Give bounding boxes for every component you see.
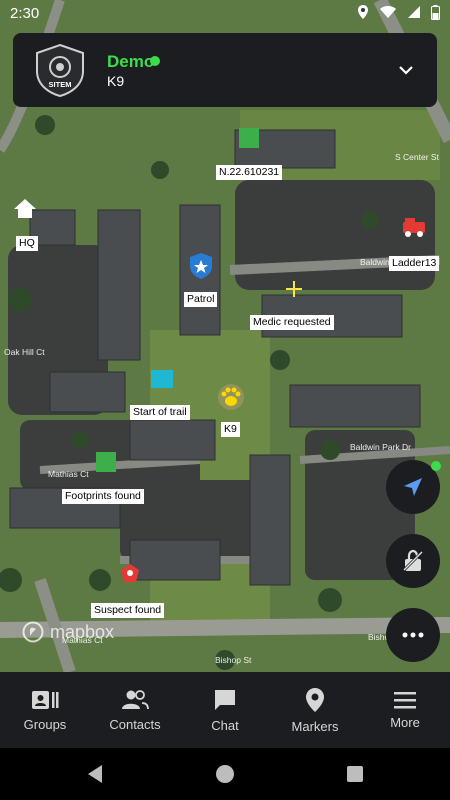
medical-cross-icon[interactable] — [285, 280, 303, 303]
nav-item-markers[interactable]: Markers — [270, 672, 360, 748]
street-label: Mathias Ct — [48, 469, 89, 479]
nav-label: Markers — [291, 718, 339, 734]
nav-label: Chat — [211, 717, 239, 733]
signal-icon — [408, 6, 420, 18]
mapbox-logo: mapbox — [22, 621, 114, 643]
green-square-icon[interactable] — [96, 452, 116, 472]
battery-icon — [431, 4, 440, 20]
house-icon[interactable] — [13, 197, 37, 224]
marker-label: K9 — [221, 422, 240, 437]
marker-label: Medic requested — [250, 315, 334, 330]
lock-map-button[interactable] — [386, 534, 440, 588]
sitem-logo-icon: SITEM — [36, 43, 84, 97]
street-label: Bishop St — [215, 655, 252, 665]
home-icon[interactable] — [215, 764, 235, 784]
back-icon[interactable] — [86, 764, 104, 784]
chat-icon — [215, 689, 235, 710]
dots-icon — [402, 632, 424, 638]
marker-label: Ladder13 — [389, 256, 440, 271]
navigation-arrow-icon — [404, 478, 422, 496]
marker-label: N.22.610231 — [216, 165, 283, 180]
mapbox-attribution: mapbox — [50, 621, 115, 642]
street-label: S Center St — [395, 152, 440, 162]
lock-icon — [402, 549, 424, 572]
street-label: Baldwin Park Dr — [350, 442, 411, 452]
police-badge-icon[interactable] — [189, 252, 213, 285]
marker-label: Start of trail — [130, 405, 190, 420]
paw-icon[interactable] — [217, 383, 245, 416]
nav-item-contacts[interactable]: Contacts — [90, 672, 180, 748]
marker-pin-icon — [306, 687, 324, 712]
nav-item-chat[interactable]: Chat — [180, 672, 270, 748]
wifi-icon — [380, 6, 396, 18]
marker-label: Patrol — [184, 292, 218, 307]
recents-icon[interactable] — [346, 765, 364, 783]
cyan-square-icon[interactable] — [151, 370, 173, 388]
menu-icon — [394, 691, 416, 708]
nav-label: Contacts — [109, 716, 161, 732]
mapbox-icon — [22, 621, 44, 643]
fire-truck-icon[interactable] — [401, 216, 427, 243]
marker-label: HQ — [16, 236, 38, 251]
nav-label: Groups — [23, 716, 67, 732]
location-icon — [358, 5, 368, 19]
group-header-card[interactable]: SITEM Demo K9 — [13, 33, 437, 107]
nav-item-groups[interactable]: Groups — [0, 672, 90, 748]
group-name: Demo — [107, 52, 155, 71]
marker-label: Footprints found — [62, 489, 144, 504]
suspect-icon[interactable] — [119, 562, 141, 589]
more-options-button[interactable] — [386, 608, 440, 662]
online-status-dot — [150, 56, 160, 66]
system-navigation-bar — [0, 748, 450, 800]
group-subtitle: K9 — [107, 73, 125, 89]
bottom-navigation: Groups Contacts Chat Markers More — [0, 672, 450, 748]
location-active-dot — [431, 461, 441, 471]
marker-label: Suspect found — [91, 603, 165, 618]
status-bar: 2:30 — [0, 0, 450, 28]
nav-label: More — [390, 714, 420, 730]
green-square-icon[interactable] — [239, 128, 259, 148]
contacts-icon — [122, 689, 149, 709]
nav-item-more[interactable]: More — [360, 672, 450, 748]
logo-text: SITEM — [49, 80, 72, 89]
groups-icon — [32, 690, 59, 709]
street-label: Oak Hill Ct — [4, 347, 45, 357]
status-time: 2:30 — [10, 5, 40, 22]
chevron-down-icon[interactable] — [397, 61, 415, 79]
